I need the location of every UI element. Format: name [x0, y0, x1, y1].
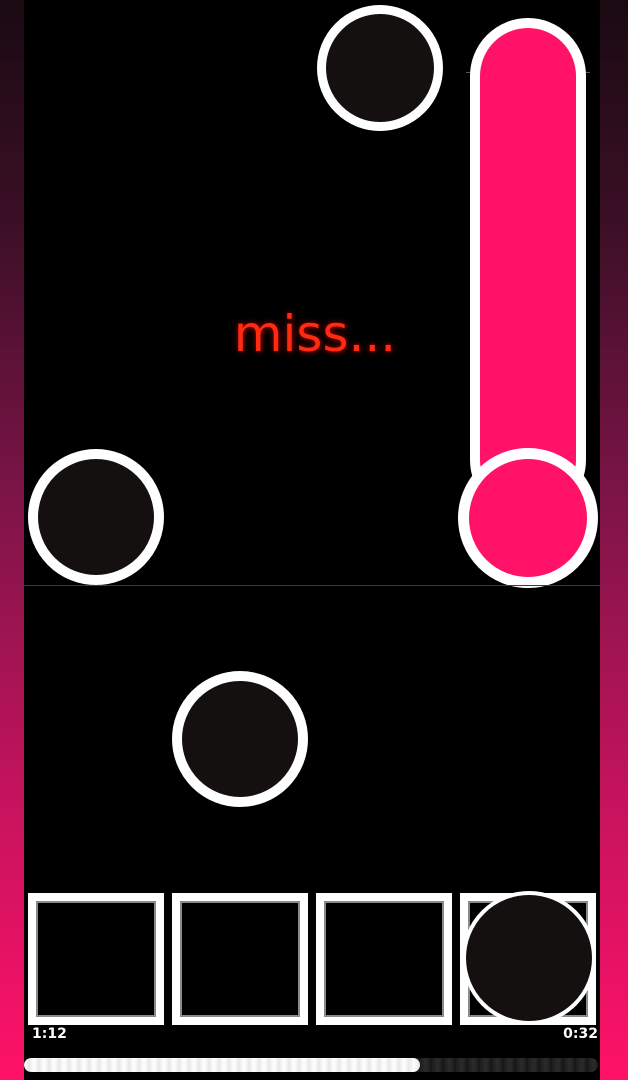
right-side-gradient-bar: [600, 0, 628, 1080]
judge-line: [24, 585, 600, 586]
tap-note-on-key: [462, 891, 596, 1025]
judgement-text: miss...: [233, 305, 397, 363]
lane-key-2[interactable]: [172, 893, 308, 1025]
hold-note-body: [470, 18, 586, 518]
left-side-gradient-bar: [0, 0, 24, 1080]
remaining-time: 0:32: [563, 1026, 598, 1042]
elapsed-time: 1:12: [32, 1026, 67, 1042]
lane-key-1[interactable]: [28, 893, 164, 1025]
tap-note: [317, 5, 443, 131]
song-progress-bar: [24, 1058, 598, 1072]
tap-note: [28, 449, 164, 585]
game-stage: miss... 1:12 0:32: [0, 0, 628, 1080]
tap-note: [172, 671, 308, 807]
hold-note-head: [458, 448, 598, 588]
lane-keys: [28, 891, 598, 1025]
lane-key-3[interactable]: [316, 893, 452, 1025]
song-progress-fill: [24, 1058, 421, 1072]
